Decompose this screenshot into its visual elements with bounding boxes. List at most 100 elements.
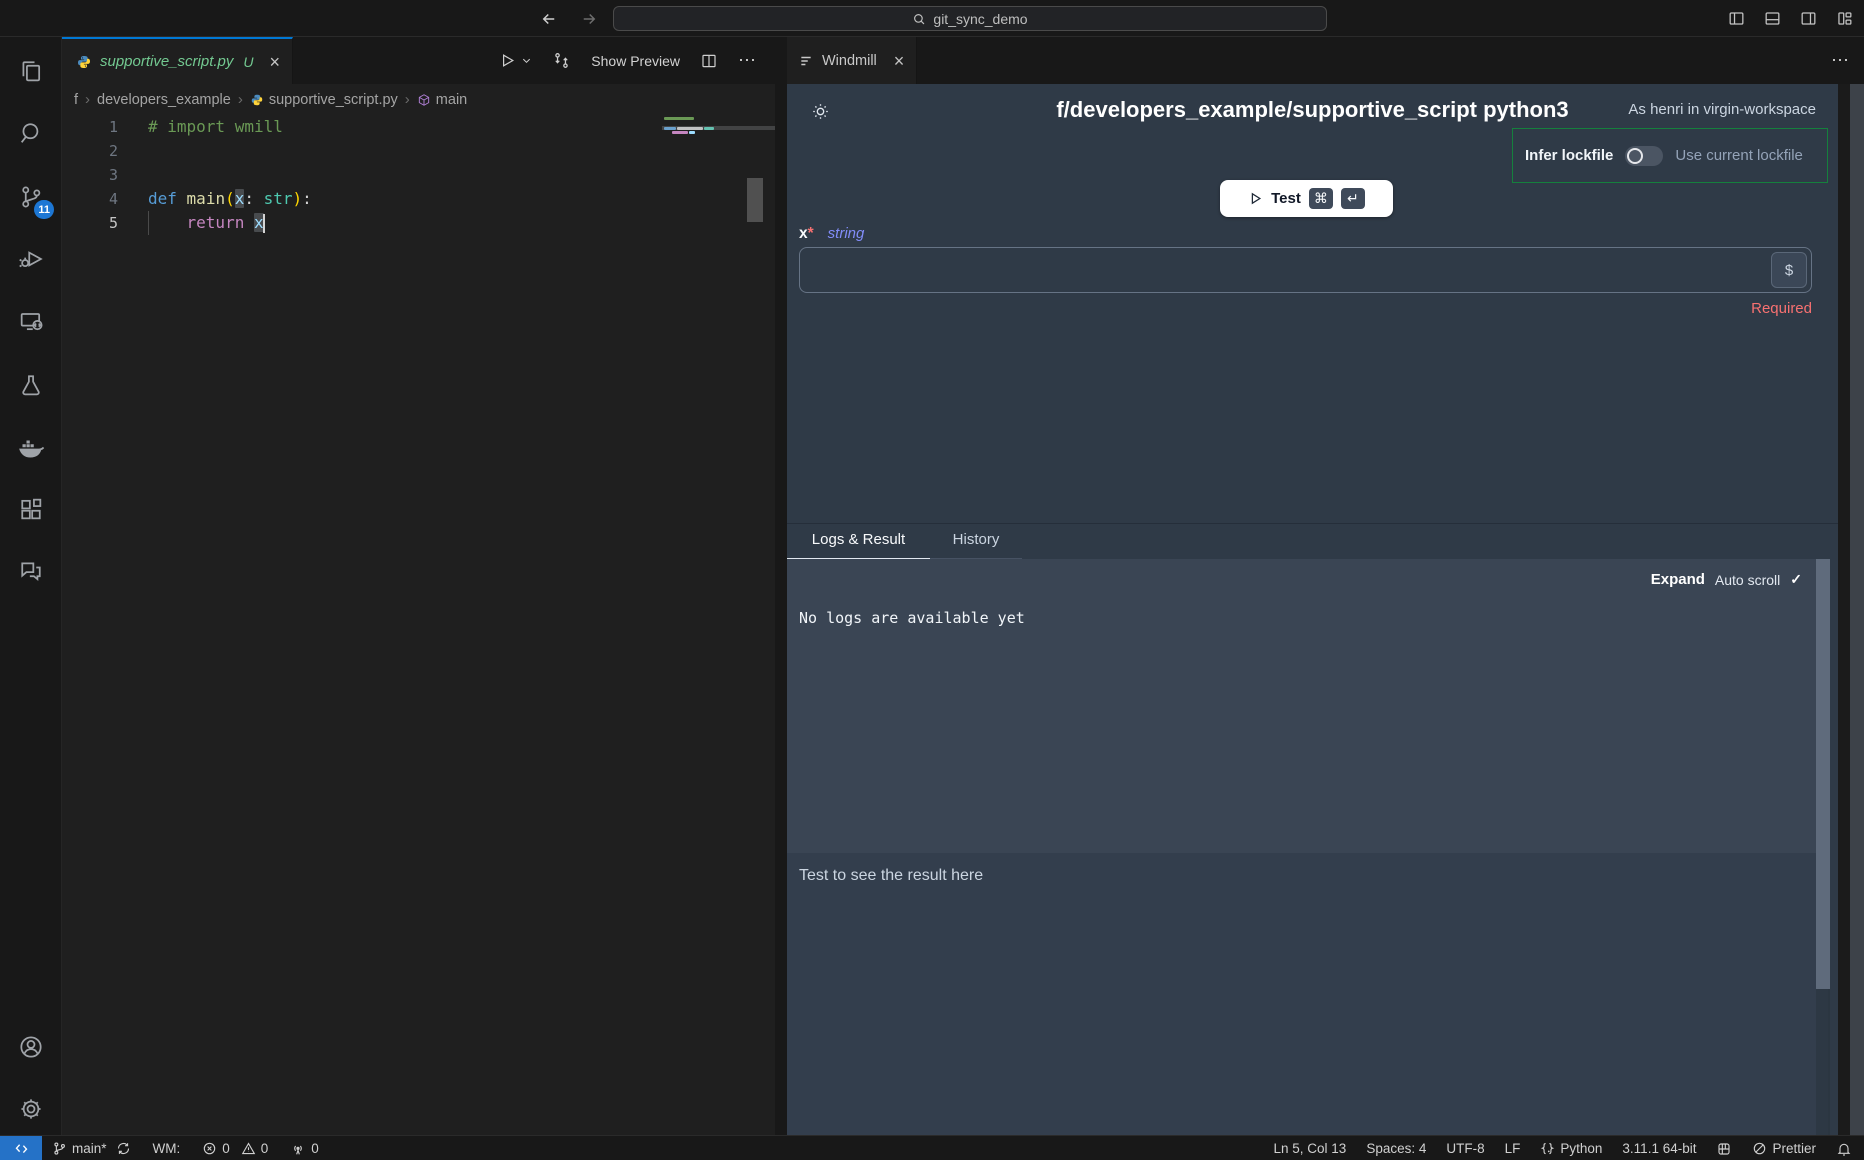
git-branch-icon <box>52 1141 67 1156</box>
result-tabs: Logs & Result History <box>787 523 1838 559</box>
result-placeholder: Test to see the result here <box>787 853 1828 885</box>
toggle-sidebar-icon[interactable] <box>1727 9 1746 28</box>
title-bar: git_sync_demo <box>0 0 1864 37</box>
tab-close-icon[interactable]: × <box>270 53 281 71</box>
tab-supportive-script[interactable]: supportive_script.py U × <box>62 37 293 84</box>
expand-button[interactable]: Expand <box>1651 571 1705 588</box>
enter-key-badge: ↵ <box>1341 188 1365 209</box>
windmill-icon <box>799 54 813 68</box>
workspace-context: As henri in virgin-workspace <box>1628 101 1816 118</box>
logs-scrollbar[interactable] <box>1816 559 1830 1135</box>
x-input[interactable] <box>800 248 1811 292</box>
x-input-wrapper: $ <box>799 247 1812 293</box>
breadcrumb-separator: › <box>405 91 410 108</box>
indentation[interactable]: Spaces: 4 <box>1366 1141 1426 1156</box>
remote-indicator[interactable] <box>0 1136 42 1160</box>
symbol-cube-icon <box>417 93 431 107</box>
customize-layout-icon[interactable] <box>1835 9 1854 28</box>
command-center-search[interactable]: git_sync_demo <box>613 6 1327 31</box>
open-changes-icon[interactable] <box>552 51 571 70</box>
comments-icon[interactable] <box>0 545 62 597</box>
panel-tab-close-icon[interactable]: × <box>894 52 905 70</box>
editor-more-actions[interactable]: ⋯ <box>738 50 757 71</box>
toggle-knob <box>1627 148 1643 164</box>
git-status-badge: U <box>243 54 253 70</box>
python-file-icon <box>76 54 92 70</box>
breadcrumb-separator: › <box>238 91 243 108</box>
python-interpreter[interactable]: 3.11.1 64-bit <box>1622 1141 1696 1156</box>
code-editor[interactable]: 1# import wmill234def main(x: str):5 ret… <box>62 115 775 1135</box>
settings-gear-icon[interactable] <box>0 1083 62 1135</box>
panel-tab-bar: Windmill × <box>787 37 1864 84</box>
lockfile-toggle[interactable] <box>1625 146 1663 166</box>
tab-logs-result[interactable]: Logs & Result <box>787 524 930 560</box>
testing-flask-icon[interactable] <box>0 359 62 411</box>
wm-status[interactable]: WM: <box>153 1141 181 1156</box>
remote-explorer-icon[interactable] <box>0 295 62 347</box>
toggle-secondary-sidebar-icon[interactable] <box>1799 9 1818 28</box>
explorer-icon[interactable] <box>0 45 62 97</box>
result-section: Test to see the result here <box>787 853 1828 1135</box>
warning-icon <box>241 1141 256 1156</box>
eol-sequence[interactable]: LF <box>1505 1141 1521 1156</box>
autoscroll-toggle[interactable]: Auto scroll <box>1715 572 1780 588</box>
scm-badge: 11 <box>34 200 54 219</box>
required-message: Required <box>1751 300 1812 317</box>
vscode-window: git_sync_demo 11 <box>0 0 1864 1160</box>
tab-history[interactable]: History <box>930 524 1022 560</box>
back-arrow-icon[interactable] <box>540 10 558 28</box>
editor-scrollbar[interactable] <box>747 78 763 258</box>
minimap[interactable] <box>662 115 742 235</box>
breadcrumb-folder[interactable]: developers_example <box>97 92 231 108</box>
show-preview-button[interactable]: Show Preview <box>591 53 680 69</box>
breadcrumb-root[interactable]: f <box>74 92 78 108</box>
cursor-position[interactable]: Ln 5, Col 13 <box>1274 1141 1347 1156</box>
logs-empty-message: No logs are available yet <box>799 609 1025 627</box>
ports-status[interactable]: 0 <box>290 1141 319 1157</box>
breadcrumb-symbol[interactable]: main <box>417 92 467 108</box>
problems-status[interactable]: 0 0 <box>202 1141 268 1156</box>
status-bar: main* WM: 0 0 0 <box>0 1135 1864 1160</box>
toggle-panel-icon[interactable] <box>1763 9 1782 28</box>
tab-title: supportive_script.py <box>100 53 233 70</box>
sync-icon <box>116 1141 131 1156</box>
split-editor-icon[interactable] <box>700 52 718 70</box>
broadcast-icon <box>290 1141 306 1157</box>
source-control-icon[interactable]: 11 <box>0 171 62 223</box>
cmd-key-badge: ⌘ <box>1309 188 1333 209</box>
panel-more-actions[interactable]: ⋯ <box>1831 37 1850 84</box>
panel-tab-title: Windmill <box>822 53 877 69</box>
git-branch-status[interactable]: main* <box>52 1141 131 1156</box>
language-mode[interactable]: Python <box>1540 1141 1602 1156</box>
encoding[interactable]: UTF-8 <box>1446 1141 1484 1156</box>
check-icon: ✓ <box>1790 571 1802 588</box>
extensions-icon[interactable] <box>0 483 62 535</box>
docker-icon[interactable] <box>0 421 62 473</box>
breadcrumb-file[interactable]: supportive_script.py <box>250 92 398 108</box>
braces-icon <box>1540 1141 1555 1156</box>
error-icon <box>202 1141 217 1156</box>
run-python-file-icon[interactable] <box>499 52 532 69</box>
extension-grid-icon[interactable] <box>1716 1141 1732 1157</box>
breadcrumb: f › developers_example › supportive_scri… <box>62 84 775 115</box>
lockfile-toggle-group: Infer lockfile Use current lockfile <box>1512 128 1828 183</box>
windmill-panel-group: Windmill × ⋯ f/developers_example/suppor… <box>775 37 1864 1135</box>
breadcrumb-separator: › <box>85 91 90 108</box>
formatter-status[interactable]: Prettier <box>1752 1141 1816 1156</box>
account-icon[interactable] <box>0 1021 62 1073</box>
variable-picker-button[interactable]: $ <box>1771 252 1807 288</box>
test-button[interactable]: Test ⌘ ↵ <box>1220 180 1393 217</box>
logs-scrollbar-thumb[interactable] <box>1816 559 1830 989</box>
webview-outer-scrollbar[interactable] <box>1850 84 1864 1135</box>
editor-group: supportive_script.py U × Show Preview ⋯ <box>62 37 775 1135</box>
forward-arrow-icon[interactable] <box>580 10 598 28</box>
search-sidebar-icon[interactable] <box>0 107 62 159</box>
required-star: * <box>808 225 814 242</box>
notifications-bell-icon[interactable] <box>1836 1141 1852 1157</box>
search-icon <box>912 12 926 26</box>
tab-windmill[interactable]: Windmill × <box>787 37 917 84</box>
editor-tab-bar: supportive_script.py U × Show Preview ⋯ <box>62 37 775 84</box>
run-debug-icon[interactable] <box>0 233 62 285</box>
logs-section: Expand Auto scroll ✓ No logs are availab… <box>787 559 1828 853</box>
editor-scrollbar-thumb[interactable] <box>747 178 763 222</box>
